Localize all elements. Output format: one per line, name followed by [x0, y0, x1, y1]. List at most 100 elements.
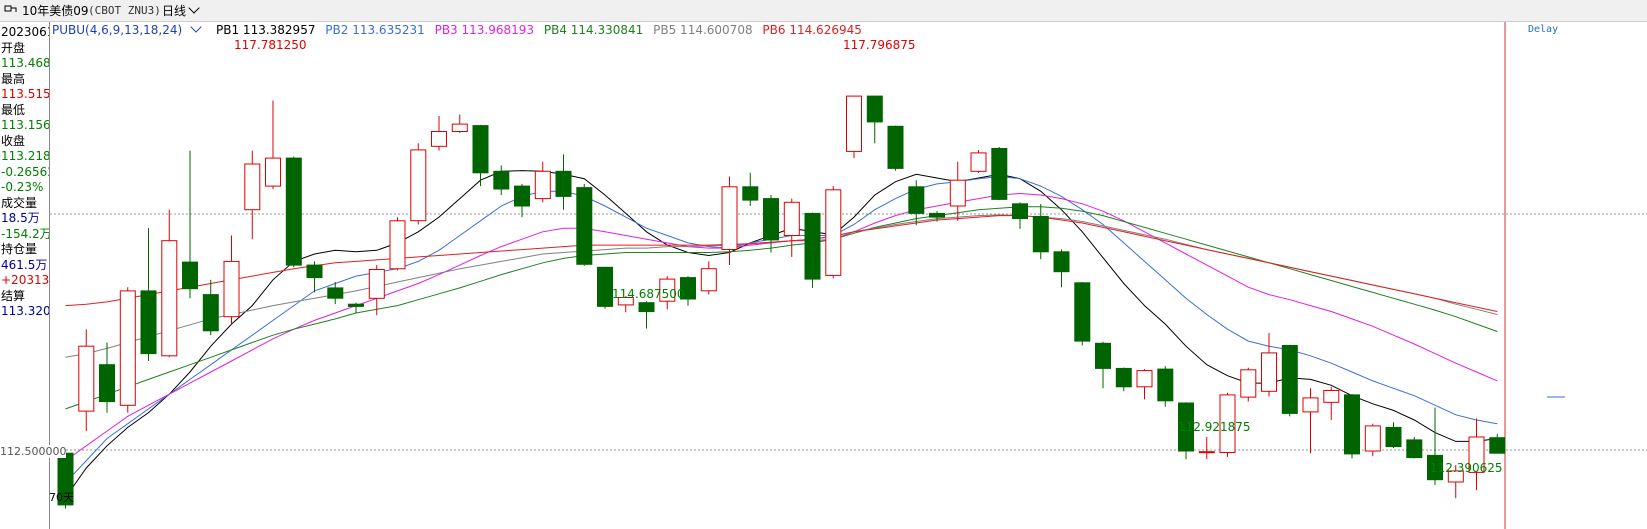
volume-change-value: -154.2万 [1, 227, 50, 241]
candle-body [1406, 439, 1423, 459]
candle-body [804, 212, 821, 280]
change-pct-value: -0.23% [1, 180, 44, 194]
low-annotation-3: 112.390625 [1430, 461, 1503, 475]
legend-pb2: PB2 113.635231 [325, 23, 425, 37]
candle-body [140, 290, 157, 355]
candle-body [78, 345, 95, 412]
series-line-pb1 [65, 170, 1498, 498]
open-value: 113.4688 [1, 56, 50, 70]
open-label: 开盘 [1, 41, 26, 55]
candle-body [597, 266, 613, 307]
series-line-pb2 [65, 175, 1498, 484]
close-value: 113.2187 [1, 149, 50, 163]
candle-body [846, 95, 862, 152]
candle-body [1012, 203, 1028, 220]
high-annotation-2: 117.796875 [843, 38, 916, 52]
candle-body [285, 157, 302, 266]
legend-pb5: PB5 114.600708 [653, 23, 753, 37]
high-label: 最高 [1, 72, 26, 86]
candle-body [202, 294, 219, 332]
candle-body [700, 268, 717, 292]
price-axis-label: 112.500000 [0, 445, 67, 458]
candle-body [493, 170, 510, 190]
low-annotation-2: 112.921875 [1178, 420, 1251, 434]
candle-body [182, 261, 198, 290]
candle-body [1074, 282, 1091, 342]
candle-body [410, 149, 427, 222]
candle-body [1198, 451, 1215, 454]
settle-label: 结算 [1, 289, 26, 303]
candle-body [389, 220, 406, 270]
candle-body [1095, 342, 1111, 369]
candle-body [1053, 251, 1070, 273]
candle-body [1115, 367, 1132, 388]
period-label: 日线 [162, 4, 187, 18]
candle-body [866, 95, 883, 123]
legend-pb6: PB6 114.626945 [762, 23, 862, 37]
high-annotation-1: 117.781250 [234, 38, 307, 52]
low-annotation-1: 114.687500 [612, 287, 685, 301]
candle-body [161, 240, 178, 357]
series-line-pb3 [65, 192, 1498, 462]
oi-value: 461.5万 [1, 258, 48, 272]
indicator-legend: PUBU(4,6,9,13,18,24) PB1 113.382957 PB2 … [52, 21, 868, 38]
candle-body [576, 187, 593, 265]
chevron-down-icon [188, 2, 200, 14]
legend-pb1: PB1 113.382957 [216, 23, 316, 37]
series-line-pb6 [65, 215, 1498, 312]
volume-value: 18.5万 [1, 211, 40, 225]
date-value: 20230616 [1, 25, 49, 39]
candle-body [119, 290, 136, 406]
top-toolbar: 10年美债09 (CBOT ZNU3) 日线 [0, 0, 1647, 22]
indicator-name: PUBU(4,6,9,13,18,24) [52, 23, 183, 37]
oi-label: 持仓量 [1, 242, 38, 256]
candle-body [472, 125, 489, 174]
candle-body [368, 269, 385, 299]
candle-body [1240, 369, 1257, 398]
candle-body [783, 201, 800, 237]
days-label: 70天 [49, 491, 74, 504]
delay-indicator: Delay [1528, 24, 1559, 35]
candle-body [1032, 215, 1049, 253]
change-value: -0.26562 [1, 165, 50, 179]
symbol-name[interactable]: 10年美债09 [22, 3, 89, 19]
candlestick-chart[interactable] [50, 22, 1647, 529]
candle-body [223, 260, 240, 318]
candle-body [929, 212, 945, 218]
candle-body [991, 148, 1008, 200]
candle-body [327, 287, 344, 299]
candle-body [431, 131, 447, 147]
candle-body [451, 123, 468, 132]
candle-body [825, 189, 842, 276]
candle-body [1302, 397, 1319, 413]
candle-body [1261, 352, 1277, 392]
candle-body [265, 157, 281, 187]
candle-body [514, 185, 530, 207]
candle-body [555, 170, 572, 197]
candle-body [949, 179, 966, 207]
candle-body [638, 302, 655, 313]
candle-body [1344, 394, 1360, 455]
candle-body [1281, 345, 1298, 414]
volume-label: 成交量 [1, 196, 38, 210]
candle-body [1157, 368, 1174, 402]
candle-body [1385, 426, 1402, 448]
indicator-selector[interactable]: PUBU(4,6,9,13,18,24) [52, 21, 206, 37]
legend-pb3: PB3 113.968193 [434, 23, 535, 37]
candle-body [721, 186, 738, 251]
oi-change-value: +20313 [1, 273, 50, 287]
period-selector[interactable]: 日线 [162, 2, 200, 19]
symbol-code: (CBOT ZNU3) [88, 4, 161, 17]
low-value: 113.1562 [1, 118, 50, 132]
candle-body [1136, 370, 1153, 388]
close-label: 收盘 [1, 134, 26, 148]
candle-body [99, 364, 115, 403]
chevron-down-icon [190, 21, 202, 33]
candle-body [534, 170, 551, 200]
candle-body [1489, 437, 1506, 454]
chart-icon[interactable] [4, 3, 18, 19]
candle-body [306, 264, 323, 279]
candle-body [763, 198, 779, 241]
candle-body [348, 303, 364, 307]
legend-pb4: PB4 114.330841 [543, 23, 644, 37]
